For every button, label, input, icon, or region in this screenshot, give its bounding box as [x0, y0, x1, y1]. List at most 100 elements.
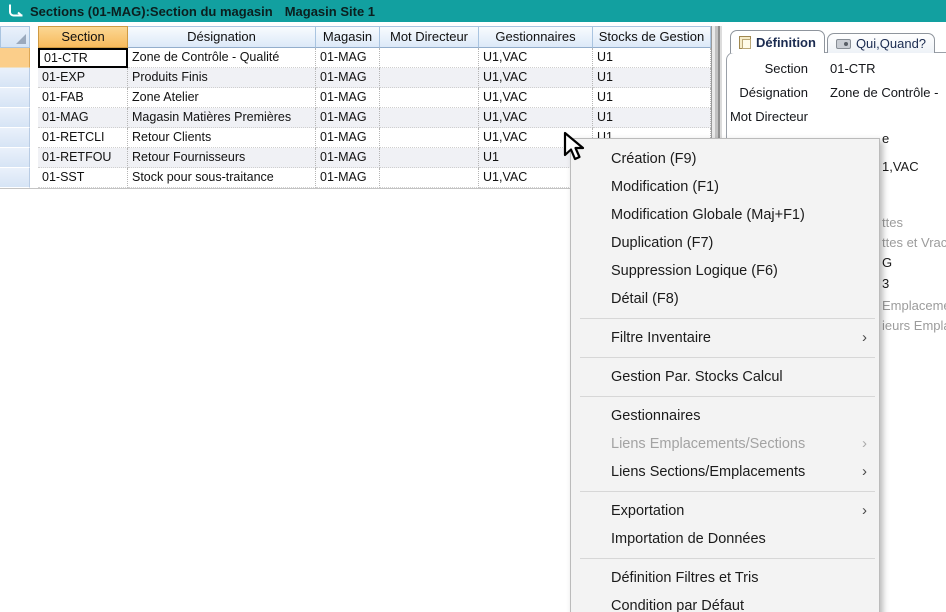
cell-mot-directeur[interactable]	[380, 88, 479, 108]
menu-item-condition-par-defaut[interactable]: Condition par Défaut	[571, 592, 879, 612]
panel-fragment: 1,VAC	[882, 159, 919, 174]
cell-mot-directeur[interactable]	[380, 108, 479, 128]
row-selector[interactable]	[0, 148, 30, 168]
cell-designation[interactable]: Magasin Matières Premières	[128, 108, 316, 128]
cell-magasin[interactable]: 01-MAG	[316, 88, 380, 108]
cell-section[interactable]: 01-RETFOU	[38, 148, 128, 168]
cell-designation[interactable]: Retour Clients	[128, 128, 316, 148]
column-header-stocks-de-gestion[interactable]: Stocks de Gestion	[593, 26, 711, 48]
column-header-section[interactable]: Section	[38, 26, 128, 48]
submenu-arrow-icon: ›	[862, 497, 867, 525]
menu-item-suppression-logique[interactable]: Suppression Logique (F6)	[571, 257, 879, 285]
cell-mot-directeur[interactable]	[380, 128, 479, 148]
cell-gestionnaires[interactable]: U1,VAC	[479, 68, 593, 88]
cell-section[interactable]: 01-EXP	[38, 68, 128, 88]
column-spacer	[30, 108, 38, 128]
cell-gestionnaires[interactable]: U1,VAC	[479, 108, 593, 128]
table-row[interactable]: 01-FAB Zone Atelier 01-MAG U1,VAC U1	[0, 88, 711, 108]
cell-section[interactable]: 01-MAG	[38, 108, 128, 128]
cell-magasin[interactable]: 01-MAG	[316, 108, 380, 128]
submenu-arrow-icon: ›	[862, 324, 867, 352]
menu-item-liens-sections-emplacements[interactable]: Liens Sections/Emplacements ›	[571, 458, 879, 486]
cell-mot-directeur[interactable]	[380, 168, 479, 188]
field-label: Désignation	[720, 85, 808, 100]
panel-fragment: ttes	[882, 215, 903, 230]
detail-panel-tabs: Définition Qui,Quand?	[730, 30, 935, 53]
table-row[interactable]: 01-MAG Magasin Matières Premières 01-MAG…	[0, 108, 711, 128]
column-spacer	[30, 168, 38, 188]
row-selector[interactable]	[0, 108, 30, 128]
row-selector[interactable]	[0, 88, 30, 108]
cell-section[interactable]: 01-RETCLI	[38, 128, 128, 148]
cell-designation[interactable]: Retour Fournisseurs	[128, 148, 316, 168]
cell-designation[interactable]: Zone de Contrôle - Qualité	[128, 48, 316, 68]
select-all-triangle-icon	[16, 34, 26, 44]
column-header-gestionnaires[interactable]: Gestionnaires	[479, 26, 593, 48]
menu-item-gestion-par-stocks-calcul[interactable]: Gestion Par. Stocks Calcul	[571, 363, 879, 391]
field-label: Section	[720, 61, 808, 76]
column-header-magasin[interactable]: Magasin	[316, 26, 380, 48]
panel-fragment: ttes et Vrac	[882, 235, 946, 250]
panel-fragment: G	[882, 255, 892, 270]
menu-item-label: Filtre Inventaire	[611, 330, 711, 346]
column-spacer	[30, 48, 38, 68]
row-selector[interactable]	[0, 48, 30, 68]
row-selector[interactable]	[0, 168, 30, 188]
menu-item-detail[interactable]: Détail (F8)	[571, 285, 879, 313]
tab-label: Qui,Quand?	[856, 36, 926, 51]
menu-item-exportation[interactable]: Exportation ›	[571, 497, 879, 525]
field-value[interactable]: Zone de Contrôle -	[830, 85, 938, 100]
cell-stocks[interactable]: U1	[593, 108, 711, 128]
row-selector[interactable]	[0, 128, 30, 148]
panel-fragment: Emplacemen	[882, 298, 946, 313]
cell-gestionnaires[interactable]: U1,VAC	[479, 48, 593, 68]
menu-item-modification[interactable]: Modification (F1)	[571, 173, 879, 201]
app-window: Sections (01-MAG):Section du magasin Mag…	[0, 0, 946, 612]
menu-item-gestionnaires[interactable]: Gestionnaires	[571, 402, 879, 430]
cell-section[interactable]: 01-SST	[38, 168, 128, 188]
table-row[interactable]: 01-CTR Zone de Contrôle - Qualité 01-MAG…	[0, 48, 711, 68]
row-selector[interactable]	[0, 68, 30, 88]
field-value[interactable]: 01-CTR	[830, 61, 876, 76]
menu-item-definition-filtres-et-tris[interactable]: Définition Filtres et Tris	[571, 564, 879, 592]
cell-mot-directeur[interactable]	[380, 148, 479, 168]
cell-stocks[interactable]: U1	[593, 88, 711, 108]
cell-designation[interactable]: Zone Atelier	[128, 88, 316, 108]
cell-magasin[interactable]: 01-MAG	[316, 48, 380, 68]
cell-stocks[interactable]: U1	[593, 48, 711, 68]
column-header-designation[interactable]: Désignation	[128, 26, 316, 48]
menu-item-creation[interactable]: Création (F9)	[571, 145, 879, 173]
column-spacer	[30, 128, 38, 148]
cell-section[interactable]: 01-CTR	[38, 48, 128, 68]
menu-separator	[580, 396, 875, 397]
cell-designation[interactable]: Produits Finis	[128, 68, 316, 88]
cell-section[interactable]: 01-FAB	[38, 88, 128, 108]
tab-qui-quand[interactable]: Qui,Quand?	[827, 33, 935, 53]
cell-magasin[interactable]: 01-MAG	[316, 68, 380, 88]
menu-item-filtre-inventaire[interactable]: Filtre Inventaire ›	[571, 324, 879, 352]
cell-designation[interactable]: Stock pour sous-traitance	[128, 168, 316, 188]
cell-magasin[interactable]: 01-MAG	[316, 168, 380, 188]
menu-item-duplication[interactable]: Duplication (F7)	[571, 229, 879, 257]
column-spacer	[30, 148, 38, 168]
column-header-mot-directeur[interactable]: Mot Directeur	[380, 26, 479, 48]
hand-truck-icon	[6, 3, 24, 19]
menu-separator	[580, 318, 875, 319]
menu-item-modification-globale[interactable]: Modification Globale (Maj+F1)	[571, 201, 879, 229]
cell-magasin[interactable]: 01-MAG	[316, 148, 380, 168]
cell-gestionnaires[interactable]: U1,VAC	[479, 88, 593, 108]
table-header-row: Section Désignation Magasin Mot Directeu…	[0, 26, 711, 48]
column-spacer	[30, 88, 38, 108]
cell-stocks[interactable]: U1	[593, 68, 711, 88]
select-all-corner[interactable]	[0, 26, 30, 48]
table-row[interactable]: 01-EXP Produits Finis 01-MAG U1,VAC U1	[0, 68, 711, 88]
tab-definition[interactable]: Définition	[730, 30, 825, 53]
cell-mot-directeur[interactable]	[380, 48, 479, 68]
menu-item-importation-de-donnees[interactable]: Importation de Données	[571, 525, 879, 553]
cell-mot-directeur[interactable]	[380, 68, 479, 88]
field-row-mot-directeur: Mot Directeur	[720, 104, 946, 128]
mouse-cursor-icon	[562, 131, 586, 163]
window-title-bar: Sections (01-MAG):Section du magasin Mag…	[0, 0, 946, 22]
cell-magasin[interactable]: 01-MAG	[316, 128, 380, 148]
panel-fragment: ieurs Empla	[882, 318, 946, 333]
